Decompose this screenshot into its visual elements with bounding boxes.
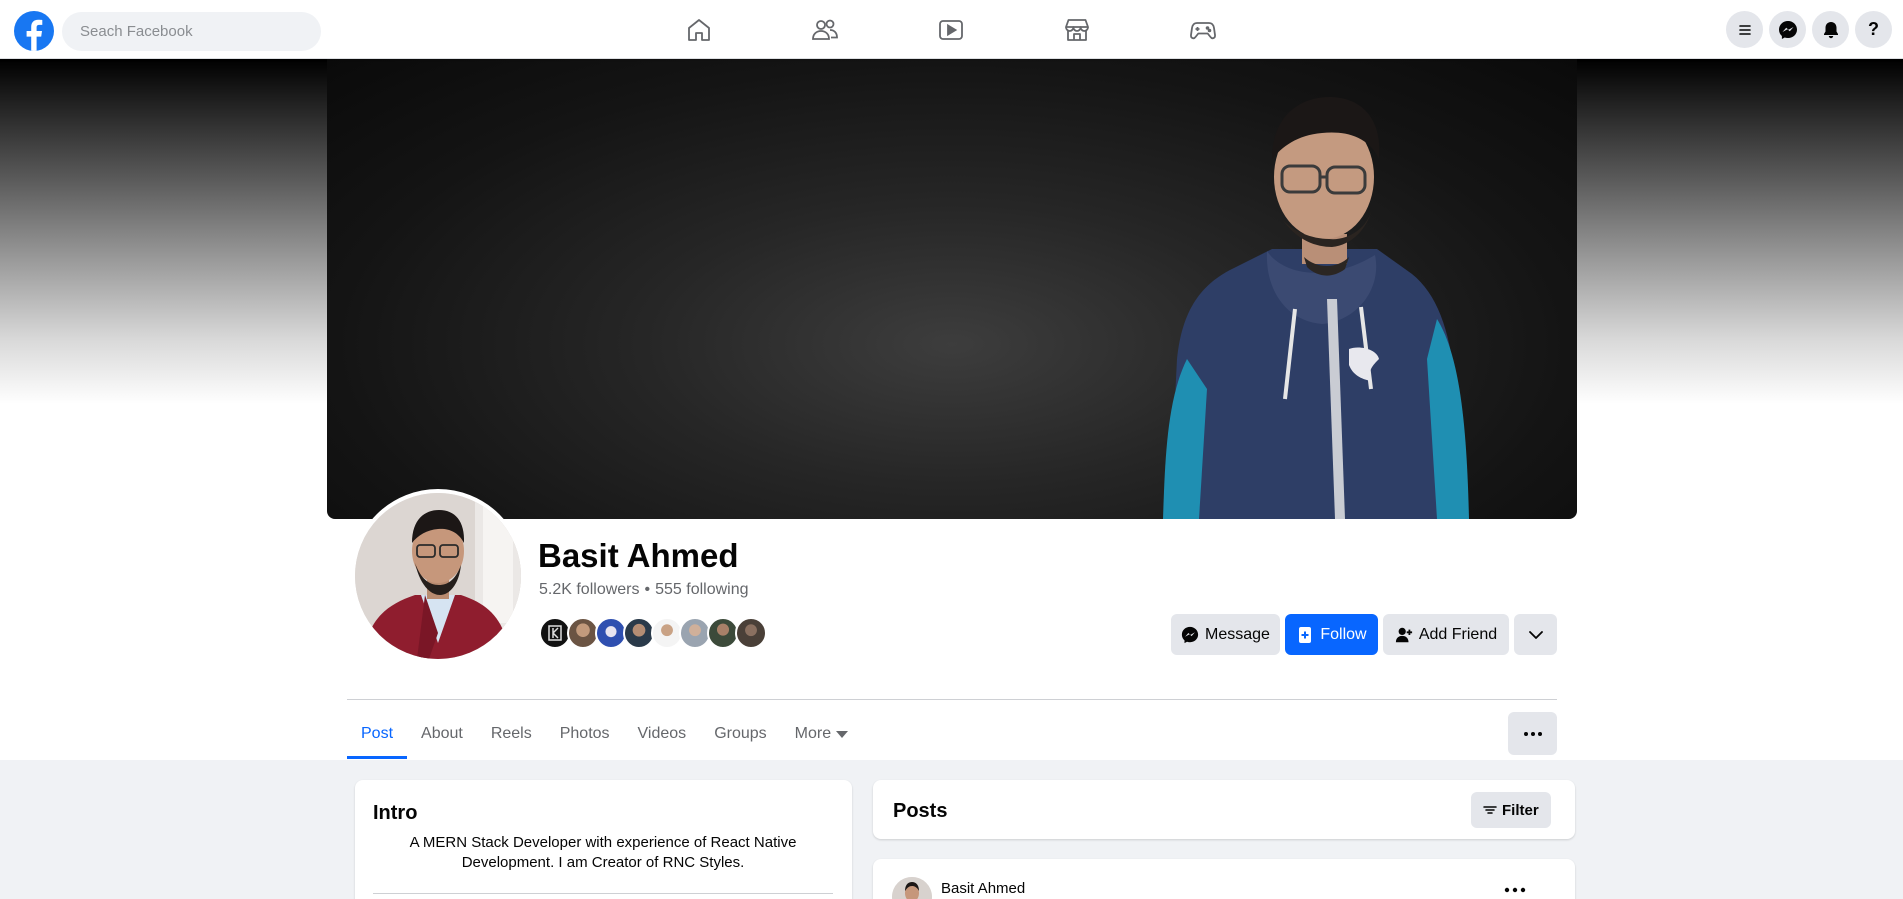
tab-more-label: More: [794, 725, 832, 742]
stats-separator: •: [644, 581, 651, 598]
search-input[interactable]: [62, 12, 321, 51]
followers-link[interactable]: 5.2K followers: [539, 581, 640, 599]
filter-icon: [1483, 806, 1497, 814]
messenger-icon[interactable]: [1769, 11, 1806, 48]
tab-more[interactable]: More: [781, 710, 862, 758]
caret-down-icon: [836, 730, 849, 738]
message-button-label: Message: [1205, 625, 1270, 643]
facebook-logo-icon[interactable]: [14, 11, 54, 51]
tab-photos[interactable]: Photos: [546, 710, 624, 758]
tab-post-label: Post: [361, 725, 394, 742]
marketplace-icon[interactable]: [1062, 15, 1092, 45]
tab-groups-label: Groups: [714, 725, 767, 742]
profile-tabs: Post About Reels Photos Videos Groups Mo…: [347, 710, 862, 759]
profile-name: Basit Ahmed: [538, 537, 739, 574]
more-dots-icon: [1523, 731, 1542, 736]
watch-icon[interactable]: [936, 15, 966, 45]
intro-divider: [373, 893, 833, 894]
friend-avatar[interactable]: [735, 617, 767, 649]
filter-button-label: Filter: [1502, 801, 1539, 819]
post-card: Basit Ahmed: [873, 859, 1575, 899]
intro-card: Intro A MERN Stack Developer with experi…: [355, 780, 852, 899]
tab-about-label: About: [421, 725, 463, 742]
gaming-icon[interactable]: [1188, 15, 1218, 45]
profile-avatar[interactable]: [351, 489, 525, 663]
tab-reels[interactable]: Reels: [477, 710, 546, 758]
follow-button-label: Follow: [1320, 625, 1367, 643]
mutual-friends-avatars: [539, 617, 767, 649]
header-divider: [347, 699, 1557, 700]
posts-header-card: Posts Filter: [873, 780, 1575, 839]
tab-about[interactable]: About: [407, 710, 477, 758]
cover-photo[interactable]: [327, 59, 1577, 519]
add-friend-button[interactable]: Add Friend: [1383, 614, 1509, 655]
add-friend-button-label: Add Friend: [1418, 625, 1498, 643]
post-author-name[interactable]: Basit Ahmed: [941, 880, 1025, 897]
tab-videos[interactable]: Videos: [624, 710, 701, 758]
more-dots-icon: [1504, 887, 1526, 893]
help-icon[interactable]: ?: [1855, 11, 1892, 48]
menu-icon[interactable]: [1726, 11, 1763, 48]
profile-options-button[interactable]: [1508, 712, 1557, 755]
notifications-icon[interactable]: [1812, 11, 1849, 48]
post-author-avatar[interactable]: [892, 877, 932, 899]
follow-stats: 5.2K followers • 555 following: [539, 581, 749, 599]
tab-photos-label: Photos: [559, 725, 610, 742]
chevron-down-icon: [1528, 630, 1543, 639]
home-icon[interactable]: [684, 15, 714, 45]
filter-button[interactable]: Filter: [1471, 792, 1551, 828]
following-link[interactable]: 555 following: [655, 581, 748, 599]
follow-icon: [1299, 626, 1312, 643]
intro-bio: A MERN Stack Developer with experience o…: [409, 834, 797, 871]
follow-button[interactable]: Follow: [1285, 614, 1378, 655]
more-actions-button[interactable]: [1514, 614, 1557, 655]
post-options-button[interactable]: [1500, 883, 1530, 897]
friends-icon[interactable]: [810, 15, 840, 45]
tab-videos-label: Videos: [637, 725, 687, 742]
messenger-icon: [1181, 626, 1199, 643]
add-friend-icon: [1395, 627, 1412, 642]
intro-title: Intro: [373, 802, 418, 824]
tab-post[interactable]: Post: [347, 710, 408, 759]
message-button[interactable]: Message: [1171, 614, 1280, 655]
tab-reels-label: Reels: [490, 725, 532, 742]
help-glyph: ?: [1868, 19, 1879, 39]
posts-title: Posts: [893, 800, 948, 822]
top-navigation-bar: ?: [0, 0, 1903, 59]
tab-groups[interactable]: Groups: [700, 710, 780, 758]
